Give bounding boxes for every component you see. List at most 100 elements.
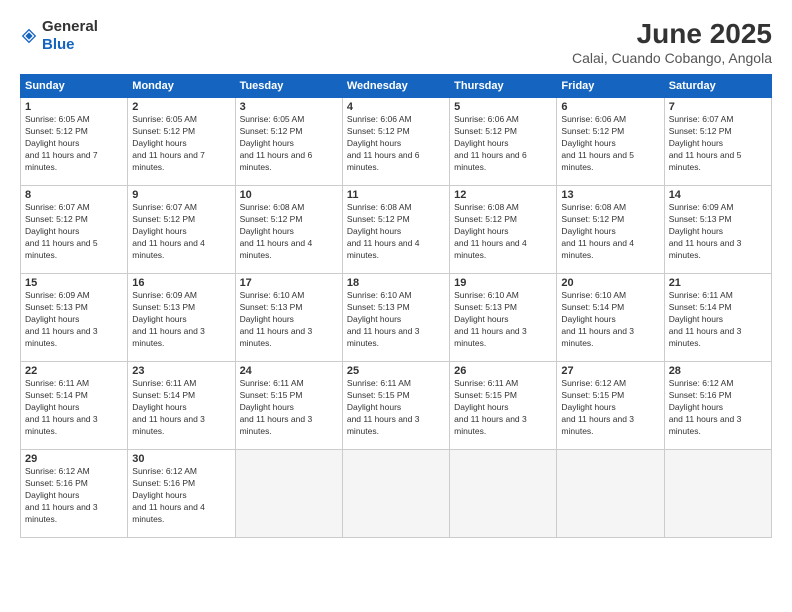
calendar-cell [235,450,342,538]
page: General Blue June 2025 Calai, Cuando Cob… [0,0,792,612]
day-info: Sunrise: 6:06 AM Sunset: 5:12 PM Dayligh… [347,114,445,173]
day-number: 4 [347,101,445,113]
day-number: 10 [240,189,338,201]
calendar-cell: 17 Sunrise: 6:10 AM Sunset: 5:13 PM Dayl… [235,274,342,362]
day-info: Sunrise: 6:12 AM Sunset: 5:15 PM Dayligh… [561,378,659,437]
calendar-cell: 16 Sunrise: 6:09 AM Sunset: 5:13 PM Dayl… [128,274,235,362]
weekday-header: Friday [557,75,664,98]
calendar-table: SundayMondayTuesdayWednesdayThursdayFrid… [20,74,772,538]
day-number: 26 [454,365,552,377]
day-info: Sunrise: 6:11 AM Sunset: 5:14 PM Dayligh… [25,378,123,437]
calendar-cell: 6 Sunrise: 6:06 AM Sunset: 5:12 PM Dayli… [557,98,664,186]
day-info: Sunrise: 6:11 AM Sunset: 5:15 PM Dayligh… [347,378,445,437]
calendar-cell [664,450,771,538]
day-info: Sunrise: 6:06 AM Sunset: 5:12 PM Dayligh… [561,114,659,173]
logo-icon [20,27,38,45]
day-info: Sunrise: 6:08 AM Sunset: 5:12 PM Dayligh… [240,202,338,261]
day-info: Sunrise: 6:11 AM Sunset: 5:15 PM Dayligh… [454,378,552,437]
day-info: Sunrise: 6:11 AM Sunset: 5:14 PM Dayligh… [132,378,230,437]
day-number: 24 [240,365,338,377]
calendar-cell: 23 Sunrise: 6:11 AM Sunset: 5:14 PM Dayl… [128,362,235,450]
day-info: Sunrise: 6:07 AM Sunset: 5:12 PM Dayligh… [669,114,767,173]
header: General Blue June 2025 Calai, Cuando Cob… [20,18,772,66]
weekday-header: Sunday [21,75,128,98]
day-number: 18 [347,277,445,289]
day-number: 12 [454,189,552,201]
logo: General Blue [20,18,98,54]
calendar-cell: 9 Sunrise: 6:07 AM Sunset: 5:12 PM Dayli… [128,186,235,274]
day-number: 14 [669,189,767,201]
calendar-cell [557,450,664,538]
calendar-cell: 24 Sunrise: 6:11 AM Sunset: 5:15 PM Dayl… [235,362,342,450]
day-info: Sunrise: 6:08 AM Sunset: 5:12 PM Dayligh… [347,202,445,261]
day-number: 5 [454,101,552,113]
logo-general: General [42,18,98,35]
day-number: 3 [240,101,338,113]
logo-blue: Blue [42,36,75,53]
calendar-cell: 2 Sunrise: 6:05 AM Sunset: 5:12 PM Dayli… [128,98,235,186]
day-number: 19 [454,277,552,289]
day-number: 30 [132,453,230,465]
calendar-cell: 15 Sunrise: 6:09 AM Sunset: 5:13 PM Dayl… [21,274,128,362]
day-number: 27 [561,365,659,377]
weekday-header: Wednesday [342,75,449,98]
calendar-cell: 7 Sunrise: 6:07 AM Sunset: 5:12 PM Dayli… [664,98,771,186]
calendar-cell: 28 Sunrise: 6:12 AM Sunset: 5:16 PM Dayl… [664,362,771,450]
calendar-cell: 4 Sunrise: 6:06 AM Sunset: 5:12 PM Dayli… [342,98,449,186]
calendar-cell [342,450,449,538]
calendar-week-row: 8 Sunrise: 6:07 AM Sunset: 5:12 PM Dayli… [21,186,772,274]
day-info: Sunrise: 6:10 AM Sunset: 5:13 PM Dayligh… [240,290,338,349]
day-number: 22 [25,365,123,377]
calendar-cell: 5 Sunrise: 6:06 AM Sunset: 5:12 PM Dayli… [450,98,557,186]
day-number: 21 [669,277,767,289]
title-area: June 2025 Calai, Cuando Cobango, Angola [572,18,772,66]
calendar-cell: 19 Sunrise: 6:10 AM Sunset: 5:13 PM Dayl… [450,274,557,362]
calendar-cell: 27 Sunrise: 6:12 AM Sunset: 5:15 PM Dayl… [557,362,664,450]
calendar-cell: 11 Sunrise: 6:08 AM Sunset: 5:12 PM Dayl… [342,186,449,274]
calendar-cell: 21 Sunrise: 6:11 AM Sunset: 5:14 PM Dayl… [664,274,771,362]
day-number: 7 [669,101,767,113]
calendar-week-row: 22 Sunrise: 6:11 AM Sunset: 5:14 PM Dayl… [21,362,772,450]
day-number: 6 [561,101,659,113]
day-info: Sunrise: 6:12 AM Sunset: 5:16 PM Dayligh… [669,378,767,437]
day-number: 9 [132,189,230,201]
location-title: Calai, Cuando Cobango, Angola [572,50,772,66]
calendar-cell: 8 Sunrise: 6:07 AM Sunset: 5:12 PM Dayli… [21,186,128,274]
calendar-cell: 30 Sunrise: 6:12 AM Sunset: 5:16 PM Dayl… [128,450,235,538]
calendar-cell: 18 Sunrise: 6:10 AM Sunset: 5:13 PM Dayl… [342,274,449,362]
day-number: 11 [347,189,445,201]
calendar-week-row: 1 Sunrise: 6:05 AM Sunset: 5:12 PM Dayli… [21,98,772,186]
day-info: Sunrise: 6:12 AM Sunset: 5:16 PM Dayligh… [25,466,123,525]
day-number: 17 [240,277,338,289]
day-number: 16 [132,277,230,289]
day-number: 1 [25,101,123,113]
day-info: Sunrise: 6:08 AM Sunset: 5:12 PM Dayligh… [561,202,659,261]
calendar-cell: 26 Sunrise: 6:11 AM Sunset: 5:15 PM Dayl… [450,362,557,450]
calendar-cell: 20 Sunrise: 6:10 AM Sunset: 5:14 PM Dayl… [557,274,664,362]
day-info: Sunrise: 6:07 AM Sunset: 5:12 PM Dayligh… [25,202,123,261]
day-info: Sunrise: 6:11 AM Sunset: 5:14 PM Dayligh… [669,290,767,349]
day-number: 25 [347,365,445,377]
day-info: Sunrise: 6:06 AM Sunset: 5:12 PM Dayligh… [454,114,552,173]
calendar-cell: 22 Sunrise: 6:11 AM Sunset: 5:14 PM Dayl… [21,362,128,450]
day-number: 2 [132,101,230,113]
weekday-header-row: SundayMondayTuesdayWednesdayThursdayFrid… [21,75,772,98]
weekday-header: Saturday [664,75,771,98]
day-number: 23 [132,365,230,377]
calendar-cell: 25 Sunrise: 6:11 AM Sunset: 5:15 PM Dayl… [342,362,449,450]
day-info: Sunrise: 6:10 AM Sunset: 5:13 PM Dayligh… [454,290,552,349]
day-number: 20 [561,277,659,289]
day-info: Sunrise: 6:09 AM Sunset: 5:13 PM Dayligh… [132,290,230,349]
day-info: Sunrise: 6:09 AM Sunset: 5:13 PM Dayligh… [25,290,123,349]
calendar-cell: 14 Sunrise: 6:09 AM Sunset: 5:13 PM Dayl… [664,186,771,274]
day-info: Sunrise: 6:08 AM Sunset: 5:12 PM Dayligh… [454,202,552,261]
weekday-header: Monday [128,75,235,98]
calendar-cell [450,450,557,538]
day-info: Sunrise: 6:05 AM Sunset: 5:12 PM Dayligh… [132,114,230,173]
day-number: 13 [561,189,659,201]
day-info: Sunrise: 6:11 AM Sunset: 5:15 PM Dayligh… [240,378,338,437]
calendar-cell: 3 Sunrise: 6:05 AM Sunset: 5:12 PM Dayli… [235,98,342,186]
calendar-cell: 29 Sunrise: 6:12 AM Sunset: 5:16 PM Dayl… [21,450,128,538]
month-title: June 2025 [572,18,772,50]
day-info: Sunrise: 6:05 AM Sunset: 5:12 PM Dayligh… [25,114,123,173]
